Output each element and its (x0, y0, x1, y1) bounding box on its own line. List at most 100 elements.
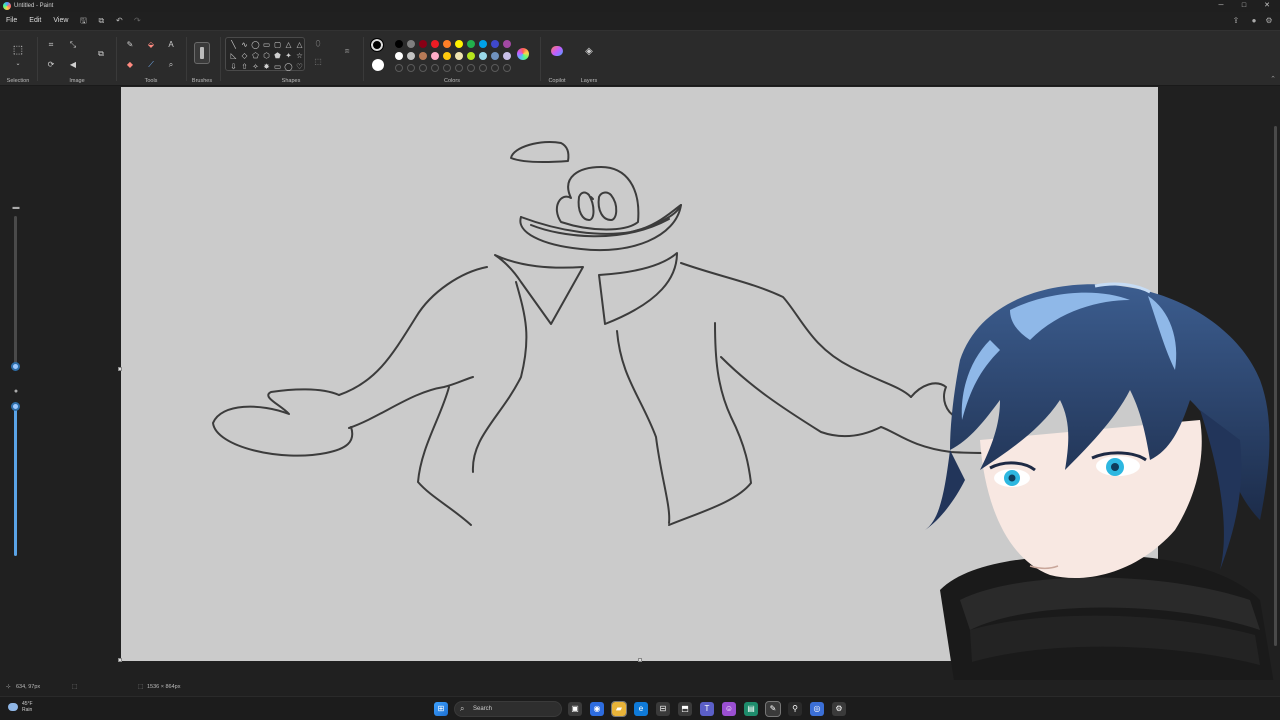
shape-option[interactable]: ⇩ (228, 61, 239, 72)
settings-icon[interactable]: ⚙ (1263, 14, 1275, 28)
start-icon[interactable]: ⊞ (434, 702, 448, 716)
minimize-button[interactable]: ─ (1210, 0, 1232, 12)
redo-icon[interactable]: ↷ (128, 12, 146, 30)
palette-swatch[interactable] (479, 52, 487, 60)
custom-color-slot[interactable] (395, 64, 403, 72)
shape-option[interactable]: ⇧ (239, 61, 250, 72)
shape-option[interactable]: ⬠ (250, 50, 261, 61)
palette-swatch[interactable] (491, 52, 499, 60)
steam-icon[interactable]: ⚲ (788, 702, 802, 716)
palette-swatch[interactable] (479, 40, 487, 48)
eraser-icon[interactable]: ◆ (123, 58, 137, 72)
palette-swatch[interactable] (467, 52, 475, 60)
copilot-icon[interactable] (551, 46, 563, 56)
account-icon[interactable]: ● (1248, 14, 1260, 28)
shape-option[interactable]: ╲ (228, 39, 239, 50)
crop-icon[interactable]: ⌗ (44, 38, 58, 52)
custom-color-slot[interactable] (491, 64, 499, 72)
shape-option[interactable]: ⬟ (272, 50, 283, 61)
palette-swatch[interactable] (467, 40, 475, 48)
menu-edit[interactable]: Edit (23, 12, 47, 30)
outline-icon[interactable]: ⬯ (311, 37, 325, 51)
palette-swatch[interactable] (491, 40, 499, 48)
resize-icon[interactable]: ⤡ (66, 38, 80, 52)
palette-swatch[interactable] (407, 40, 415, 48)
layers-icon[interactable]: ◈ (582, 45, 596, 59)
shape-option[interactable]: ♡ (294, 61, 305, 72)
shape-option[interactable]: ▭ (261, 39, 272, 50)
app-icon[interactable]: ⬒ (678, 702, 692, 716)
selection-chevron-icon[interactable]: ⌄ (11, 57, 25, 71)
shape-option[interactable]: ✧ (250, 61, 261, 72)
pencil-icon[interactable]: ✎ (123, 38, 137, 52)
shape-option[interactable]: ◯ (250, 39, 261, 50)
resize-handle-left[interactable] (118, 367, 122, 371)
custom-color-slot[interactable] (467, 64, 475, 72)
store-icon[interactable]: ⊟ (656, 702, 670, 716)
palette-swatch[interactable] (431, 52, 439, 60)
undo-icon[interactable]: ↶ (110, 12, 128, 30)
shape-option[interactable]: ▢ (272, 39, 283, 50)
palette-swatch[interactable] (395, 40, 403, 48)
weather-widget[interactable]: 45°F Rain (8, 701, 33, 713)
color-picker-icon[interactable]: ⟋ (144, 58, 158, 72)
palette-swatch[interactable] (443, 40, 451, 48)
share-icon[interactable]: ⇪ (1230, 14, 1242, 28)
discord-icon[interactable]: ☺ (722, 702, 736, 716)
resize-handle-bottom[interactable] (638, 658, 642, 662)
select-rectangle-icon[interactable]: ⬚ (11, 43, 25, 57)
image-select-icon[interactable]: ⧉ (94, 47, 108, 61)
settings-taskbar-icon[interactable]: ⚙ (832, 702, 846, 716)
brush-icon[interactable] (194, 42, 210, 64)
teams-icon[interactable]: T (700, 702, 714, 716)
text-icon[interactable]: A (164, 38, 178, 52)
shape-option[interactable]: △ (294, 39, 305, 50)
rotate-icon[interactable]: ⟳ (44, 58, 58, 72)
menu-file[interactable]: File (0, 12, 23, 30)
palette-swatch[interactable] (455, 52, 463, 60)
shape-option[interactable]: ☆ (294, 50, 305, 61)
custom-color-slot[interactable] (419, 64, 427, 72)
media-icon[interactable]: ▤ (744, 702, 758, 716)
shape-option[interactable]: ⬡ (261, 50, 272, 61)
palette-swatch[interactable] (395, 52, 403, 60)
custom-color-slot[interactable] (455, 64, 463, 72)
browser-icon[interactable]: ◉ (590, 702, 604, 716)
shape-option[interactable]: ◇ (239, 50, 250, 61)
shape-option[interactable]: ◺ (228, 50, 239, 61)
fill-icon[interactable]: ⬙ (144, 38, 158, 52)
brush-size-slider[interactable] (14, 216, 17, 366)
opacity-slider[interactable] (14, 404, 17, 556)
palette-swatch[interactable] (419, 52, 427, 60)
shape-option[interactable]: ✸ (261, 61, 272, 72)
edge-icon[interactable]: e (634, 702, 648, 716)
shape-size-icon[interactable]: ⧈ (340, 44, 354, 58)
primary-color[interactable] (370, 38, 384, 52)
palette-swatch[interactable] (431, 40, 439, 48)
palette-swatch[interactable] (443, 52, 451, 60)
file-explorer-icon[interactable]: ▰ (611, 701, 627, 717)
close-button[interactable]: ✕ (1256, 0, 1278, 12)
custom-color-slot[interactable] (479, 64, 487, 72)
palette-swatch[interactable] (503, 52, 511, 60)
secondary-color[interactable] (372, 59, 384, 71)
paint-icon[interactable]: ✎ (765, 701, 781, 717)
shape-option[interactable]: ✦ (283, 50, 294, 61)
save-icon[interactable]: 🖫 (74, 12, 92, 30)
obs-icon[interactable]: ◎ (810, 702, 824, 716)
palette-swatch[interactable] (419, 40, 427, 48)
shape-option[interactable]: ◯ (283, 61, 294, 72)
magnifier-icon[interactable]: ⌕ (164, 58, 178, 72)
shape-option[interactable]: △ (283, 39, 294, 50)
maximize-button[interactable]: □ (1233, 0, 1255, 12)
flip-icon[interactable]: ◀ (66, 58, 80, 72)
shape-option[interactable]: ▭ (272, 61, 283, 72)
task-view-icon[interactable]: ▣ (568, 702, 582, 716)
menu-view[interactable]: View (47, 12, 74, 30)
resize-handle-corner-left[interactable] (118, 658, 122, 662)
edit-colors-icon[interactable] (517, 48, 529, 60)
palette-swatch[interactable] (455, 40, 463, 48)
custom-color-slot[interactable] (503, 64, 511, 72)
custom-color-slot[interactable] (443, 64, 451, 72)
custom-color-slot[interactable] (431, 64, 439, 72)
